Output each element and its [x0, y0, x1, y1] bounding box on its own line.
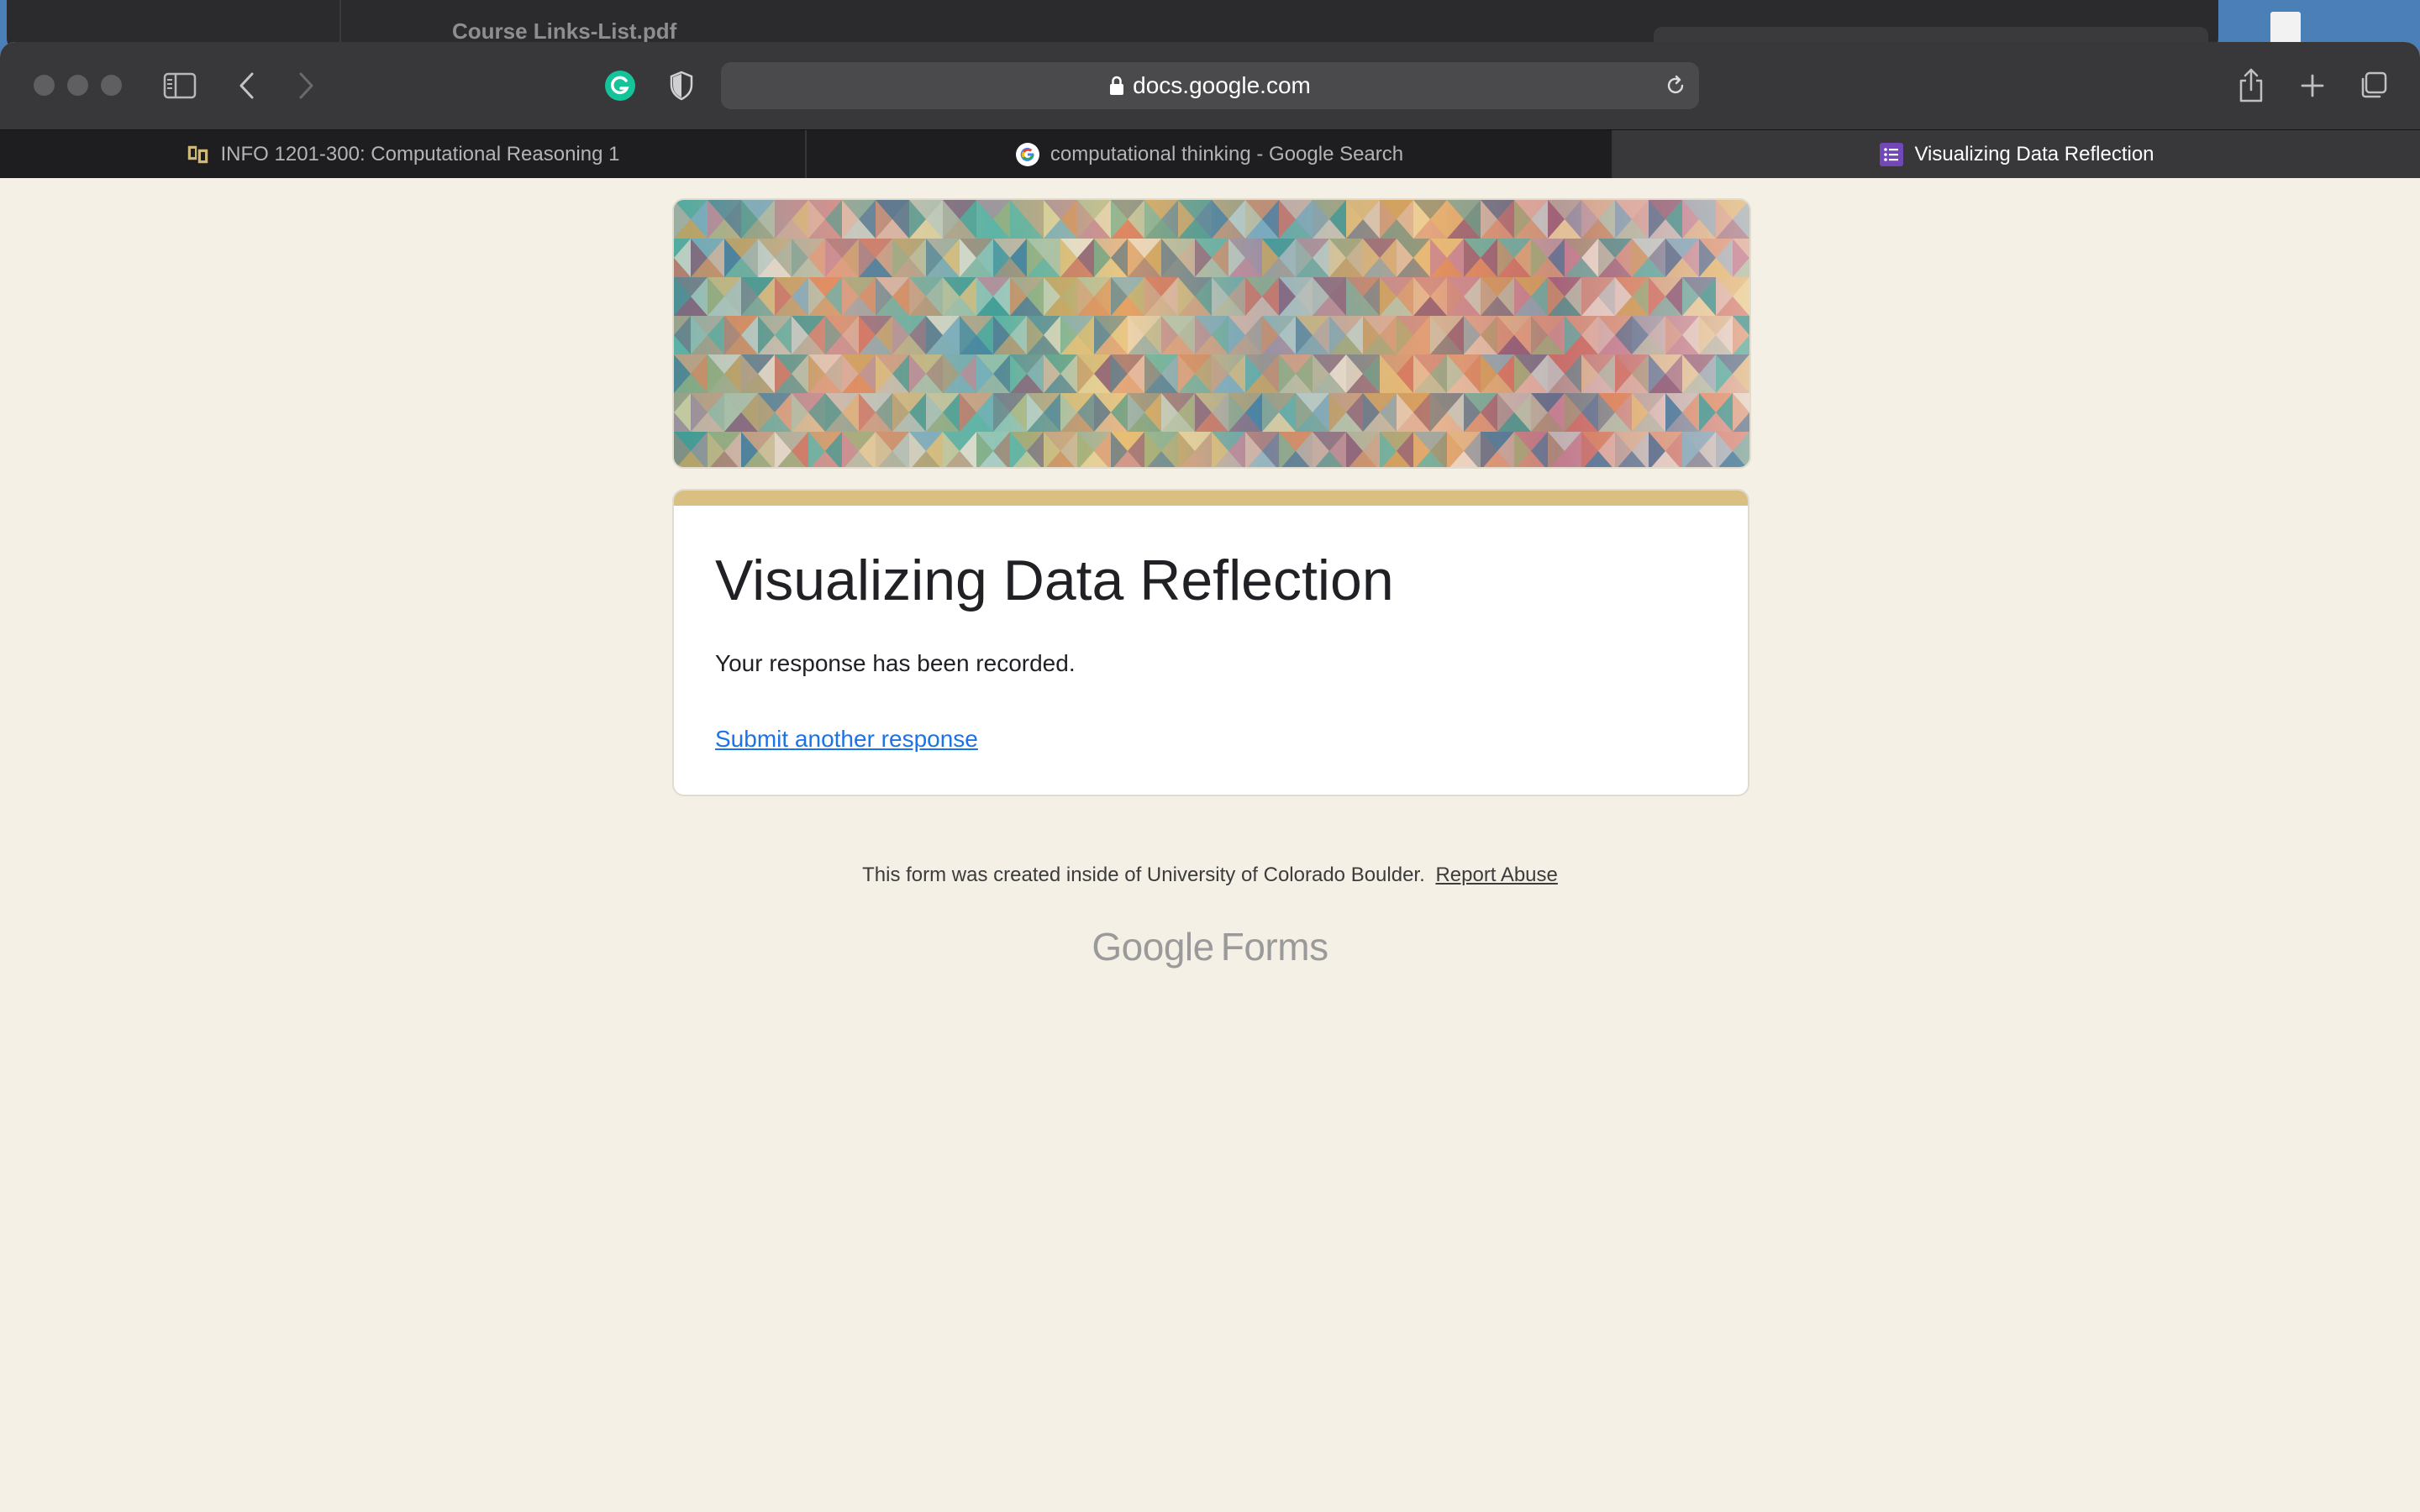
form-footer: This form was created inside of Universi… [0, 864, 2420, 887]
google-icon [1015, 142, 1040, 167]
shield-icon [670, 71, 693, 101]
new-tab-button[interactable] [2296, 69, 2329, 102]
form-title: Visualizing Data Reflection [715, 549, 1394, 612]
forward-button[interactable] [291, 67, 321, 104]
tab-google-search[interactable]: computational thinking - Google Search [807, 130, 1613, 179]
lock-icon [1110, 76, 1124, 95]
form-header-image [672, 198, 1751, 469]
browser-window: docs.google.com INFO 1201-300: Computati… [0, 42, 2420, 1512]
tab-label: Visualizing Data Reflection [1914, 143, 2154, 165]
plus-icon [2301, 74, 2324, 97]
tab-info-1201[interactable]: INFO 1201-300: Computational Reasoning 1 [0, 130, 807, 179]
reload-button[interactable] [1664, 74, 1687, 97]
sidebar-icon [163, 72, 197, 99]
background-window-title: Course Links-List.pdf [452, 18, 677, 44]
report-abuse-link[interactable]: Report Abuse [1435, 864, 1557, 886]
sidebar-toggle-button[interactable] [161, 69, 198, 102]
browser-toolbar: docs.google.com [0, 42, 2420, 129]
confirmation-card: Visualizing Data Reflection Your respons… [672, 489, 1749, 796]
tab-overview-button[interactable] [2356, 69, 2390, 102]
tab-label: INFO 1201-300: Computational Reasoning 1 [220, 143, 620, 165]
reload-icon [1667, 75, 1684, 94]
tab-overview-icon [2361, 71, 2387, 98]
google-forms-logo[interactable]: Google Forms [0, 924, 2420, 969]
traffic-light-close[interactable] [34, 75, 55, 96]
footer-note-text: This form was created inside of Universi… [862, 864, 1425, 886]
confirmation-message: Your response has been recorded. [715, 650, 1076, 676]
share-icon [2239, 68, 2263, 102]
share-button[interactable] [2235, 66, 2267, 104]
tab-label: computational thinking - Google Search [1050, 143, 1404, 165]
traffic-light-minimize[interactable] [67, 75, 88, 96]
grammarly-extension-button[interactable] [603, 69, 637, 102]
address-display[interactable]: docs.google.com [721, 62, 1699, 109]
forms-wordmark: Forms [1220, 925, 1328, 969]
background-divider [339, 0, 341, 42]
page-content: Visualizing Data Reflection Your respons… [0, 178, 2420, 1512]
tab-bar: INFO 1201-300: Computational Reasoning 1… [0, 129, 2420, 179]
address-text: docs.google.com [1133, 72, 1311, 98]
card-accent-bar [674, 491, 1748, 506]
chevron-left-icon [239, 72, 254, 99]
back-button[interactable] [232, 67, 262, 104]
document-icon [2270, 12, 2301, 45]
privacy-extension-button[interactable] [667, 69, 696, 102]
cu-boulder-icon [186, 142, 211, 167]
grammarly-icon [605, 71, 635, 101]
address-bar[interactable]: docs.google.com [721, 62, 1699, 109]
google-forms-icon [1879, 142, 1904, 167]
google-wordmark: Google [1092, 925, 1214, 969]
tab-visualizing-data[interactable]: Visualizing Data Reflection [1613, 130, 2420, 179]
chevron-right-icon [299, 72, 313, 99]
traffic-light-maximize[interactable] [101, 75, 122, 96]
submit-another-response-link[interactable]: Submit another response [715, 726, 978, 753]
